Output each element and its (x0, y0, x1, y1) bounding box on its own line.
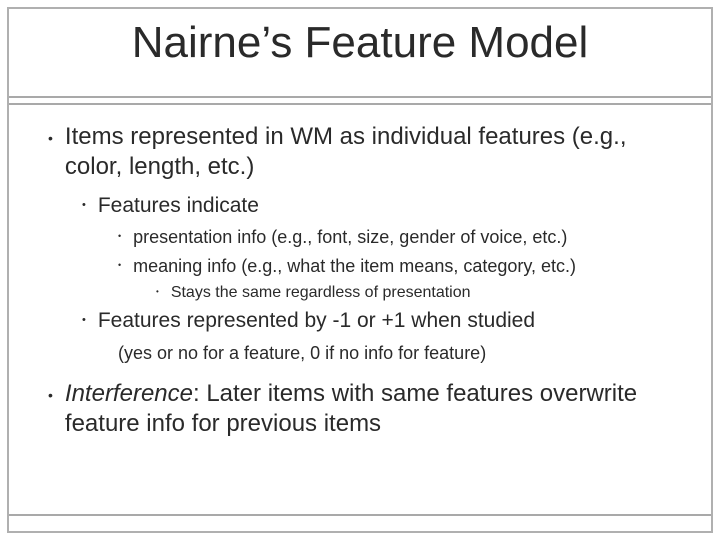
slide: Nairne’s Feature Model • Items represent… (0, 0, 720, 540)
bullet-text: Interference: Later items with same feat… (65, 379, 680, 439)
footer-divider (9, 514, 711, 516)
bullet-text: Features represented by -1 or +1 when st… (98, 307, 535, 334)
bullet-text: Stays the same regardless of presentatio… (171, 282, 471, 304)
bullet-text: meaning info (e.g., what the item means,… (133, 254, 576, 278)
bullet-dot-icon: • (82, 315, 86, 326)
slide-body: • Items represented in WM as individual … (48, 122, 680, 449)
bullet-level4: • Stays the same regardless of presentat… (156, 282, 680, 304)
bullet-level1: • Items represented in WM as individual … (48, 122, 680, 182)
bullet-dot-icon: • (48, 131, 53, 145)
bullet-text: presentation info (e.g., font, size, gen… (133, 225, 567, 249)
bullet-level3: • meaning info (e.g., what the item mean… (118, 254, 680, 278)
bullet-text: Features indicate (98, 192, 259, 219)
spacer (48, 369, 680, 379)
emphasis-text: Interference (65, 380, 193, 407)
title-divider (9, 96, 711, 105)
bullet-level3: • presentation info (e.g., font, size, g… (118, 225, 680, 249)
bullet-level2: • Features represented by -1 or +1 when … (82, 307, 680, 334)
bullet-dot-icon: • (156, 288, 159, 296)
slide-title: Nairne’s Feature Model (0, 18, 720, 68)
bullet-dot-icon: • (48, 388, 53, 402)
bullet-level1: • Interference: Later items with same fe… (48, 379, 680, 439)
bullet-text: Items represented in WM as individual fe… (65, 122, 680, 182)
bullet-dot-icon: • (82, 200, 86, 211)
bullet-subnote: (yes or no for a feature, 0 if no info f… (118, 341, 680, 365)
bullet-level2: • Features indicate (82, 192, 680, 219)
bullet-dot-icon: • (118, 261, 121, 270)
bullet-dot-icon: • (118, 232, 121, 241)
